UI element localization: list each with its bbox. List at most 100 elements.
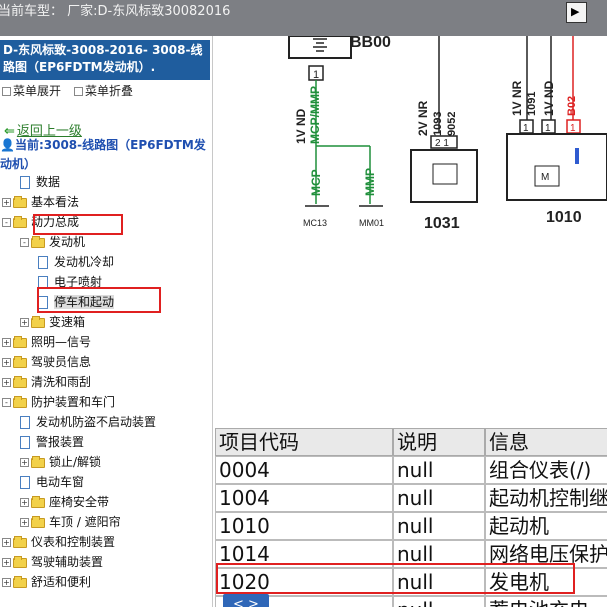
expand-node-icon[interactable]: +: [2, 338, 11, 347]
component-icon: [432, 163, 458, 185]
folder-icon: [13, 215, 27, 228]
current-vehicle-label: 当前车型： 厂家:D-东风标致30082016: [0, 4, 231, 19]
expand-all-button[interactable]: 菜单展开: [2, 82, 61, 99]
expand-node-icon[interactable]: +: [2, 198, 11, 207]
highlight-box: [33, 214, 123, 235]
tree-item[interactable]: + 仪表和控制装置: [2, 532, 115, 552]
folder-icon: [31, 515, 45, 528]
tree-item[interactable]: + 车顶 / 遮阳帘: [20, 512, 121, 532]
tree-item-label: 发动机防盗不启动装置: [36, 415, 157, 429]
mc13-label: MC13: [303, 218, 327, 228]
table-cell: 起动机控制继: [485, 484, 607, 512]
tree-item[interactable]: - 防护装置和车门: [2, 392, 115, 412]
nr2-label: 2V NR: [416, 100, 430, 136]
collapse-node-icon[interactable]: -: [20, 238, 29, 247]
folder-icon: [13, 395, 27, 408]
tree-item-label: 舒适和便利: [31, 575, 92, 589]
tree-item[interactable]: + 照明—信号: [2, 332, 91, 352]
expand-node-icon[interactable]: +: [2, 378, 11, 387]
tree-item-label: 基本看法: [31, 195, 80, 209]
table-header-cell: 项目代码: [215, 428, 393, 456]
collapse-node-icon[interactable]: -: [2, 398, 11, 407]
collapse-all-button[interactable]: 菜单折叠: [74, 82, 133, 99]
expand-node-icon[interactable]: +: [20, 498, 29, 507]
pin-number: 1: [570, 123, 576, 134]
folder-icon: [13, 195, 27, 208]
tree-item[interactable]: + 驾驶员信息: [2, 352, 91, 372]
c1031-label: 1031: [424, 215, 460, 232]
document-icon: [20, 476, 30, 489]
tree-item-label: 驾驶辅助装置: [31, 555, 104, 569]
app-window: 当前车型： 厂家:D-东风标致30082016 ▶ D-东风标致-3008-20…: [0, 0, 607, 607]
expand-node-icon[interactable]: +: [20, 518, 29, 527]
folder-icon: [13, 575, 27, 588]
tree-item-label: 清洗和雨刮: [31, 375, 92, 389]
tree-item[interactable]: - 发动机: [20, 232, 85, 252]
table-header-cell: 说明: [393, 428, 485, 456]
tree-item-label: 变速箱: [49, 315, 86, 329]
tree-item-label: 仪表和控制装置: [31, 535, 116, 549]
collapse-icon: [74, 87, 83, 96]
diagram-panel: BB00 1 1V ND MCP/MMP MCP MMP MC13 MM01 2…: [213, 36, 607, 607]
tree-item-label: 发动机: [49, 235, 86, 249]
tree-item-label: 数据: [36, 175, 61, 189]
expand-icon: [2, 87, 11, 96]
tree-item-label: 电动车窗: [36, 475, 85, 489]
pin-number: 1: [545, 123, 551, 134]
motor-label: M: [541, 172, 549, 183]
folder-icon: [13, 555, 27, 568]
wiring-diagram: BB00 1 1V ND MCP/MMP MCP MMP MC13 MM01 2…: [288, 36, 607, 232]
tree-item[interactable]: 警报装置: [20, 432, 84, 452]
person-icon: 👤: [0, 138, 15, 152]
folder-icon: [31, 455, 45, 468]
highlight-box: [37, 287, 161, 313]
tree-item-label: 发动机冷却: [54, 255, 115, 269]
nav-arrows-icon: < >: [233, 597, 259, 607]
tree-item[interactable]: 发动机冷却: [38, 252, 114, 272]
tree-item-label: 驾驶员信息: [31, 355, 92, 369]
exit-icon: ▶: [571, 5, 580, 18]
collapse-all-label: 菜单折叠: [85, 84, 134, 98]
tree-item[interactable]: 数据: [20, 172, 60, 192]
exit-button[interactable]: ▶: [566, 2, 587, 23]
expand-node-icon[interactable]: +: [2, 558, 11, 567]
tree-item[interactable]: + 舒适和便利: [2, 572, 91, 592]
w1091-label: 1091: [526, 92, 538, 116]
current-location: 👤当前:3008-线路图（EP6FDTM发动机）: [0, 136, 212, 174]
table-cell: null: [393, 512, 485, 540]
sidebar: D-东风标致-3008-2016- 3008-线路图（EP6FDTM发动机）. …: [0, 36, 213, 607]
tree-item-label: 锁止/解锁: [49, 455, 102, 469]
tree-item[interactable]: + 变速箱: [20, 312, 85, 332]
table-cell: null: [393, 596, 485, 607]
expand-node-icon[interactable]: +: [20, 458, 29, 467]
tree-item[interactable]: 电动车窗: [20, 472, 84, 492]
tree-item[interactable]: 发动机防盗不启动装置: [20, 412, 156, 432]
tree-item[interactable]: + 基本看法: [2, 192, 79, 212]
c1010-label: 1010: [546, 209, 582, 226]
table-nav-button[interactable]: < >: [223, 594, 269, 607]
expand-node-icon[interactable]: +: [20, 318, 29, 327]
collapse-node-icon[interactable]: -: [2, 218, 11, 227]
tree-item-label: 座椅安全带: [49, 495, 110, 509]
pins-1031: 2 1: [435, 138, 449, 149]
document-icon: [20, 416, 30, 429]
table-cell: null: [393, 456, 485, 484]
nr1-label: 1V NR: [510, 80, 524, 116]
folder-icon: [13, 355, 27, 368]
table-cell: 蓄电池充电: [485, 596, 607, 607]
table-cell: null: [393, 484, 485, 512]
nd2-label: 1V ND: [542, 80, 556, 116]
expand-node-icon[interactable]: +: [2, 358, 11, 367]
tree-item-label: 警报装置: [36, 435, 85, 449]
tree-item[interactable]: + 驾驶辅助装置: [2, 552, 103, 572]
expand-node-icon[interactable]: +: [2, 578, 11, 587]
tree-item[interactable]: + 座椅安全带: [20, 492, 109, 512]
tree-item[interactable]: + 清洗和雨刮: [2, 372, 91, 392]
tree-item-label: 车顶 / 遮阳帘: [49, 515, 121, 529]
expand-node-icon[interactable]: +: [2, 538, 11, 547]
expand-all-label: 菜单展开: [13, 84, 62, 98]
pin-number: 1: [523, 123, 529, 134]
tree-item[interactable]: + 锁止/解锁: [20, 452, 101, 472]
folder-icon: [13, 335, 27, 348]
mm01-label: MM01: [359, 218, 384, 228]
